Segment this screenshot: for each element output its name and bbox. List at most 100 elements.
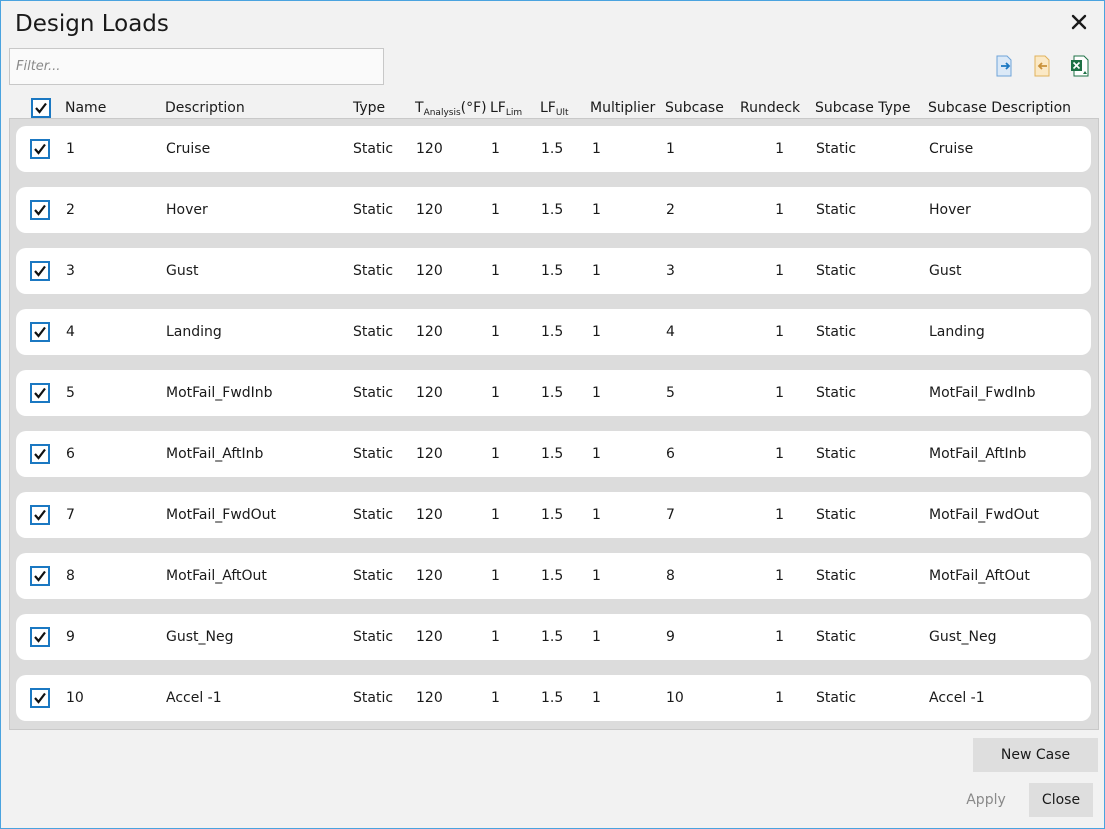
table-row[interactable]: 2 Hover Static 120 1 1.5 1 2 1 Static Hover [16,187,1091,233]
design-loads-dialog: Design Loads Name Description Type TAn [0,0,1105,829]
cell-t-analysis: 120 [416,568,443,584]
column-header-rundeck[interactable]: Rundeck [740,100,800,116]
row-checkbox[interactable] [30,566,50,586]
checkmark-icon [34,326,46,338]
close-button[interactable]: Close [1029,783,1093,817]
checkmark-icon [34,570,46,582]
table-row[interactable]: 1 Cruise Static 120 1 1.5 1 1 1 Static Cruise [16,126,1091,172]
cell-multiplier: 1 [592,385,601,401]
checkmark-icon [35,102,47,114]
cell-type: Static [353,568,394,584]
filter-input[interactable] [9,48,384,85]
cell-description: MotFail_AftInb [166,446,264,462]
cell-description: MotFail_AftOut [166,568,267,584]
cell-subcase: 1 [666,141,675,157]
cell-t-analysis: 120 [416,629,443,645]
checkmark-icon [34,631,46,643]
row-checkbox[interactable] [30,200,50,220]
cell-description: MotFail_FwdInb [166,385,273,401]
cell-lf-ult: 1.5 [541,446,564,462]
cell-lf-ult: 1.5 [541,141,564,157]
cell-type: Static [353,507,394,523]
cell-multiplier: 1 [592,446,601,462]
cell-lf-ult: 1.5 [541,507,564,523]
import-icon[interactable] [994,55,1014,77]
row-checkbox[interactable] [30,139,50,159]
column-header-t-analysis[interactable]: TAnalysis(°F) [415,100,487,118]
checkmark-icon [34,448,46,460]
select-all-checkbox[interactable] [31,98,51,118]
cell-subcase-description: MotFail_AftInb [929,446,1027,462]
column-header-description[interactable]: Description [165,100,245,116]
cell-multiplier: 1 [592,202,601,218]
cell-subcase-description: MotFail_AftOut [929,568,1030,584]
cell-subcase-description: Gust_Neg [929,629,997,645]
table-row[interactable]: 8 MotFail_AftOut Static 120 1 1.5 1 8 1 Static Mot… [16,553,1091,599]
column-header-lf-lim[interactable]: LFLim [490,100,522,118]
checkmark-icon [34,387,46,399]
cell-subcase: 9 [666,629,675,645]
cell-name: 5 [66,385,75,401]
excel-icon[interactable] [1070,55,1090,77]
cell-subcase-type: Static [816,202,857,218]
cell-multiplier: 1 [592,629,601,645]
column-header-type[interactable]: Type [353,100,385,116]
column-header-subcase-description[interactable]: Subcase Description [928,100,1071,116]
apply-button[interactable]: Apply [951,783,1021,817]
column-header-name[interactable]: Name [65,100,106,116]
cell-type: Static [353,629,394,645]
table-row[interactable]: 9 Gust_Neg Static 120 1 1.5 1 9 1 Static Gust_Neg [16,614,1091,660]
cell-lf-lim: 1 [491,385,500,401]
column-header-multiplier[interactable]: Multiplier [590,100,655,116]
cell-subcase: 2 [666,202,675,218]
cell-t-analysis: 120 [416,324,443,340]
cell-description: Gust [166,263,199,279]
column-header-subcase[interactable]: Subcase [665,100,724,116]
table-row[interactable]: 10 Accel -1 Static 120 1 1.5 1 10 1 Static Accel -… [16,675,1091,721]
cell-lf-ult: 1.5 [541,385,564,401]
table-row[interactable]: 5 MotFail_FwdInb Static 120 1 1.5 1 5 1 Static Mot… [16,370,1091,416]
cell-subcase-type: Static [816,263,857,279]
cell-lf-ult: 1.5 [541,690,564,706]
export-icon[interactable] [1032,55,1052,77]
cell-multiplier: 1 [592,141,601,157]
cell-description: Gust_Neg [166,629,234,645]
cell-subcase-type: Static [816,141,857,157]
cell-subcase-description: Accel -1 [929,690,985,706]
row-checkbox[interactable] [30,444,50,464]
close-icon[interactable] [1070,13,1088,31]
new-case-button[interactable]: New Case [973,738,1098,772]
cell-type: Static [353,690,394,706]
row-checkbox[interactable] [30,627,50,647]
cell-type: Static [353,324,394,340]
cell-subcase: 10 [666,690,684,706]
cell-lf-lim: 1 [491,690,500,706]
cell-type: Static [353,446,394,462]
cell-rundeck: 1 [775,690,784,706]
cell-multiplier: 1 [592,690,601,706]
table-row[interactable]: 6 MotFail_AftInb Static 120 1 1.5 1 6 1 Static Mot… [16,431,1091,477]
row-checkbox[interactable] [30,322,50,342]
column-header-subcase-type[interactable]: Subcase Type [815,100,910,116]
cell-name: 8 [66,568,75,584]
cell-t-analysis: 120 [416,690,443,706]
column-header-lf-ult[interactable]: LFUlt [540,100,568,118]
row-checkbox[interactable] [30,261,50,281]
cell-rundeck: 1 [775,141,784,157]
table-row[interactable]: 7 MotFail_FwdOut Static 120 1 1.5 1 7 1 Static Mot… [16,492,1091,538]
cell-type: Static [353,141,394,157]
cell-description: MotFail_FwdOut [166,507,277,523]
cell-multiplier: 1 [592,507,601,523]
cell-lf-lim: 1 [491,507,500,523]
row-checkbox[interactable] [30,505,50,525]
cell-rundeck: 1 [775,324,784,340]
cell-rundeck: 1 [775,507,784,523]
cell-description: Hover [166,202,208,218]
row-checkbox[interactable] [30,688,50,708]
cell-subcase-description: MotFail_FwdInb [929,385,1036,401]
table-row[interactable]: 3 Gust Static 120 1 1.5 1 3 1 Static Gust [16,248,1091,294]
cell-description: Accel -1 [166,690,222,706]
row-checkbox[interactable] [30,383,50,403]
checkmark-icon [34,692,46,704]
table-row[interactable]: 4 Landing Static 120 1 1.5 1 4 1 Static Landing [16,309,1091,355]
